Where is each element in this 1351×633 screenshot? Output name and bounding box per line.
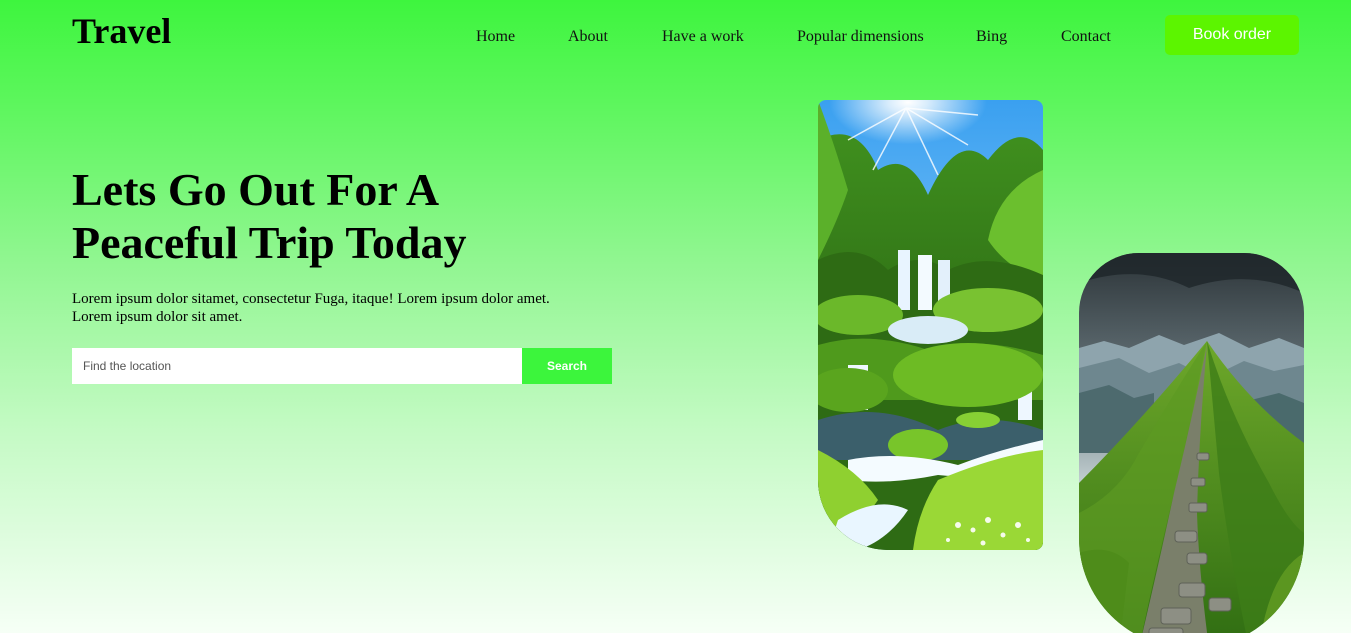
nav-contact-link[interactable]: Contact — [1061, 25, 1111, 49]
nav-bing-link[interactable]: Bing — [976, 25, 1007, 49]
nav-about-link[interactable]: About — [568, 25, 608, 49]
waterfall-photo — [818, 100, 1043, 550]
mountain-trail-photo — [1079, 253, 1304, 633]
search-button[interactable]: Search — [522, 348, 612, 384]
nav-home-link[interactable]: Home — [476, 25, 515, 49]
book-order-button[interactable]: Book order — [1165, 15, 1299, 55]
site-logo[interactable]: Travel — [72, 8, 171, 54]
hero-title-line-2: Peaceful Trip Today — [72, 217, 467, 268]
waterfall-illustration — [818, 100, 1043, 550]
mountain-illustration — [1079, 253, 1304, 633]
hero-description: Lorem ipsum dolor sitamet, consectetur F… — [72, 291, 550, 325]
nav-have-a-work-link[interactable]: Have a work — [662, 25, 744, 49]
location-search-input[interactable] — [72, 348, 522, 384]
location-search-form: Search — [72, 348, 612, 384]
hero-title-line-1: Lets Go Out For A — [72, 164, 440, 215]
hero-title: Lets Go Out For A Peaceful Trip Today — [72, 163, 532, 269]
nav-popular-dimensions-link[interactable]: Popular dimensions — [797, 25, 924, 49]
